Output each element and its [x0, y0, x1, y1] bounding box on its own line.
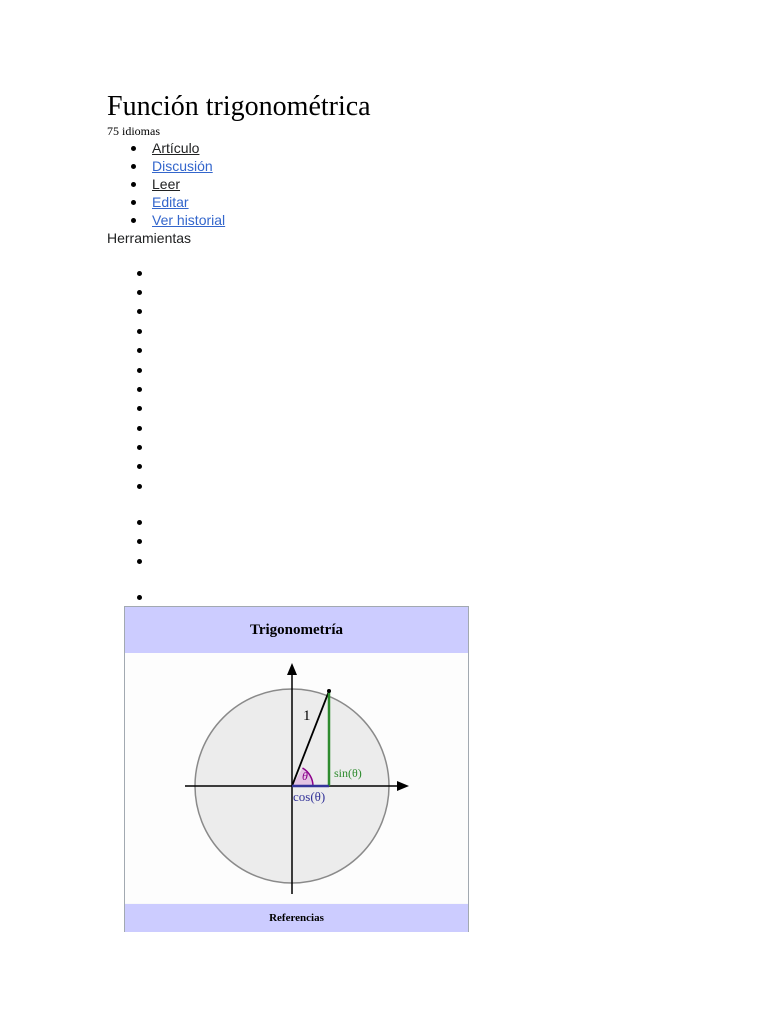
empty-list-bullet	[137, 426, 142, 431]
circle-point	[327, 689, 331, 693]
page-tabs: Artículo Discusión Leer Editar Ver histo…	[131, 139, 225, 229]
unit-circle-diagram: 1 θ sin(θ) cos(θ)	[185, 663, 409, 894]
tab-article-link[interactable]: Artículo	[152, 140, 199, 156]
angle-label: θ	[302, 769, 308, 783]
empty-list-bullet	[137, 348, 142, 353]
tab-edit-link[interactable]: Editar	[152, 194, 189, 210]
sin-label: sin(θ)	[334, 766, 362, 780]
empty-list-bullet	[137, 368, 142, 373]
tab-discussion-link[interactable]: Discusión	[152, 158, 213, 174]
tab-read: Leer	[131, 175, 225, 193]
tools-menu-label[interactable]: Herramientas	[107, 229, 191, 247]
empty-list-bullet	[137, 406, 142, 411]
infobox-references-header: Referencias	[125, 904, 468, 932]
tab-discussion: Discusión	[131, 157, 225, 175]
empty-list-bullet	[137, 484, 142, 489]
empty-list-bullet	[137, 520, 142, 525]
empty-list-bullet	[137, 271, 142, 276]
empty-list-bullet	[137, 329, 142, 334]
tab-read-link[interactable]: Leer	[152, 176, 180, 192]
unit-circle-image[interactable]: 1 θ sin(θ) cos(θ)	[125, 653, 468, 903]
tab-edit: Editar	[131, 193, 225, 211]
empty-list-bullet	[137, 445, 142, 450]
empty-list-bullet	[137, 290, 142, 295]
empty-list-bullet	[137, 387, 142, 392]
infobox-title: Trigonometría	[125, 607, 468, 653]
x-axis-arrow-icon	[397, 781, 409, 791]
empty-list-bullet	[137, 559, 142, 564]
tab-history-link[interactable]: Ver historial	[152, 212, 225, 228]
radius-label: 1	[303, 708, 311, 724]
empty-list-bullet	[137, 309, 142, 314]
empty-list-bullet	[137, 595, 142, 600]
tab-history: Ver historial	[131, 211, 225, 229]
cos-label: cos(θ)	[293, 789, 325, 804]
tab-article: Artículo	[131, 139, 225, 157]
page-title: Función trigonométrica	[107, 91, 371, 122]
language-count[interactable]: 75 idiomas	[107, 124, 160, 138]
empty-list-bullet	[137, 464, 142, 469]
y-axis-arrow-icon	[287, 663, 297, 675]
infobox: Trigonometría 1 θ sin(θ) cos(θ) Referenc…	[124, 606, 469, 932]
empty-list-bullet	[137, 539, 142, 544]
